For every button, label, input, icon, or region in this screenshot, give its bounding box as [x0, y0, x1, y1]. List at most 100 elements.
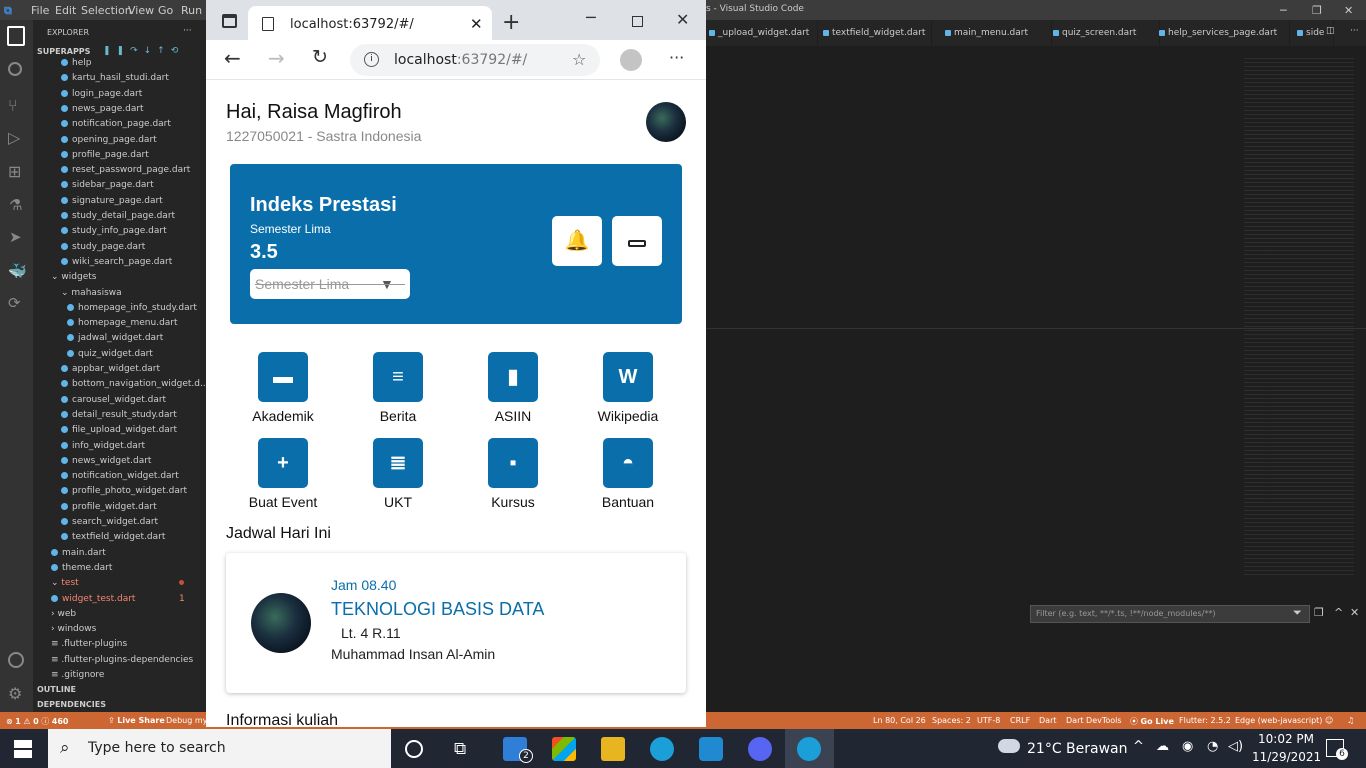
search-icon[interactable] [8, 62, 22, 76]
store-icon[interactable] [552, 737, 576, 761]
tree-folder[interactable]: ⌄ widgets [51, 270, 96, 284]
tree-file[interactable]: signature_page.dart [61, 194, 163, 208]
eol-status[interactable]: CRLF [1010, 716, 1030, 725]
explorer-icon[interactable] [7, 26, 25, 46]
settings-gear-icon[interactable]: ⚙ [8, 684, 22, 703]
menu-buat-event[interactable]: + Buat Event [228, 438, 338, 510]
clock-time[interactable]: 10:02 PM [1256, 732, 1316, 746]
cortana-icon[interactable] [405, 740, 423, 758]
volume-icon[interactable]: ◁) [1228, 739, 1243, 754]
maximize-icon[interactable] [632, 16, 643, 27]
notifications-bell-icon[interactable]: ♫ [1347, 716, 1354, 725]
menu-wikipedia[interactable]: W Wikipedia [573, 352, 683, 424]
edge-icon[interactable] [797, 737, 821, 761]
tree-file[interactable]: kartu_hasil_studi.dart [61, 71, 169, 85]
device-status[interactable]: Edge (web-javascript) [1235, 716, 1322, 725]
task-view-icon[interactable]: ⧉ [454, 739, 466, 759]
schedule-card[interactable]: Jam 08.40 TEKNOLOGI BASIS DATA Lt. 4 R.1… [226, 553, 686, 693]
vscode-taskbar-icon[interactable] [699, 737, 723, 761]
tree-file[interactable]: news_page.dart [61, 102, 144, 116]
tree-file[interactable]: reset_password_page.dart [61, 163, 190, 177]
source-control-icon[interactable]: ⑂ [8, 96, 18, 115]
tree-file[interactable]: study_page.dart [61, 240, 145, 254]
tree-file[interactable]: bottom_navigation_widget.d... [61, 377, 206, 391]
tree-folder[interactable]: › windows [51, 622, 96, 636]
encoding-status[interactable]: UTF-8 [977, 716, 1000, 725]
indent-status[interactable]: Spaces: 2 [932, 716, 971, 725]
minimize-icon[interactable]: ─ [586, 8, 596, 27]
clock-date[interactable]: 11/29/2021 [1252, 750, 1321, 764]
close-window-icon[interactable]: ✕ [676, 10, 689, 29]
tree-file[interactable]: notification_page.dart [61, 117, 171, 131]
go-live-status[interactable]: ⦿ Go Live [1130, 716, 1174, 727]
devtools-status[interactable]: Dart DevTools [1066, 716, 1122, 725]
split-editor-icon[interactable]: ◫ [1326, 26, 1335, 36]
tree-folder[interactable]: ⌄ test [51, 576, 184, 590]
add-notification-button[interactable]: 🔔 [552, 216, 602, 266]
tree-folder[interactable]: › web [51, 607, 76, 621]
close-icon[interactable]: ✕ [1344, 4, 1353, 17]
filter-icon[interactable]: ⏷ [1293, 606, 1302, 620]
menu-edit[interactable]: Edit [55, 4, 76, 17]
menu-run[interactable]: Run [181, 4, 202, 17]
remote-icon[interactable]: ⟳ [8, 294, 21, 312]
more-actions-icon[interactable]: ··· [1350, 26, 1359, 36]
tree-file[interactable]: main.dart [51, 546, 106, 560]
tree-file[interactable]: study_info_page.dart [61, 224, 167, 238]
flutter-status[interactable]: Flutter: 2.5.2 [1179, 716, 1231, 725]
tree-file[interactable]: widget_test.dart 1 [51, 592, 185, 606]
tree-file[interactable]: opening_page.dart [61, 133, 157, 147]
testing-icon[interactable]: ⚗ [9, 196, 22, 214]
tree-file[interactable]: help [61, 56, 91, 70]
tree-file[interactable]: carousel_widget.dart [61, 393, 166, 407]
tree-file[interactable]: theme.dart [51, 561, 112, 575]
menu-berita[interactable]: ≡ Berita [343, 352, 453, 424]
collapse-icon[interactable]: ❐ [1314, 606, 1324, 619]
menu-bantuan[interactable]: ◓ Bantuan [573, 438, 683, 510]
editor-tab[interactable]: textfield_widget.dart [820, 20, 932, 46]
tree-folder[interactable]: ⌄ mahasiswa [61, 286, 122, 300]
tree-file[interactable]: info_widget.dart [61, 439, 145, 453]
settings-more-icon[interactable]: ··· [669, 48, 684, 67]
forward-arrow-icon[interactable]: → [268, 46, 285, 70]
wifi-icon[interactable]: ◔ [1207, 739, 1218, 754]
editor-tab[interactable]: quiz_screen.dart [1050, 20, 1160, 46]
tree-file[interactable]: homepage_info_study.dart [67, 301, 197, 315]
close-panel-icon[interactable]: ✕ [1350, 606, 1359, 619]
problems-filter-input[interactable]: Filter (e.g. text, **/*.ts, !**/node_mod… [1030, 605, 1310, 623]
minimize-icon[interactable]: ─ [1280, 4, 1287, 17]
menu-ukt[interactable]: ≣ UKT [343, 438, 453, 510]
tree-file[interactable]: homepage_menu.dart [67, 316, 178, 330]
back-arrow-icon[interactable]: ← [224, 46, 241, 70]
live-share-status[interactable]: ⇪ Live Share [108, 716, 165, 725]
editor-tab[interactable]: main_menu.dart [942, 20, 1052, 46]
menu-file[interactable]: File [31, 4, 49, 17]
meet-now-icon[interactable]: ◉ [1182, 739, 1193, 754]
tab-actions-icon[interactable] [222, 14, 237, 28]
debug-toolbar[interactable]: ❚❚↷↓↑⟲ [103, 46, 184, 56]
tree-file[interactable]: detail_result_study.dart [61, 408, 177, 422]
address-bar[interactable]: i localhost:63792/#/ ☆ [350, 44, 600, 76]
tab-close-icon[interactable]: ✕ [470, 15, 483, 33]
tree-file[interactable]: quiz_widget.dart [67, 347, 153, 361]
problems-status[interactable]: ⊗ 1 ⚠ 0 ⓘ 460 [6, 716, 68, 727]
run-debug-icon[interactable]: ▷ [8, 128, 20, 147]
cloud-weather-icon[interactable] [998, 739, 1020, 753]
account-icon[interactable] [8, 652, 24, 668]
menu-asiin[interactable]: ▮ ASIIN [458, 352, 568, 424]
tree-file[interactable]: textfield_widget.dart [61, 530, 165, 544]
tree-file[interactable]: appbar_widget.dart [61, 362, 160, 376]
dependencies-section[interactable]: DEPENDENCIES [37, 700, 106, 709]
menu-selection[interactable]: Selection [81, 4, 132, 17]
tree-file[interactable]: login_page.dart [61, 87, 142, 101]
tree-file[interactable]: news_widget.dart [61, 454, 151, 468]
feedback-icon[interactable]: ☺ [1325, 716, 1333, 725]
tree-file[interactable]: ≡ .flutter-plugins [51, 637, 127, 651]
tree-file[interactable]: sidebar_page.dart [61, 178, 154, 192]
file-explorer-icon[interactable] [601, 737, 625, 761]
language-status[interactable]: Dart [1039, 716, 1057, 725]
tree-file[interactable]: notification_widget.dart [61, 469, 179, 483]
weather-text[interactable]: 21°C Berawan [1027, 741, 1128, 757]
discord-icon[interactable] [748, 737, 772, 761]
minimap[interactable] [1244, 58, 1354, 578]
